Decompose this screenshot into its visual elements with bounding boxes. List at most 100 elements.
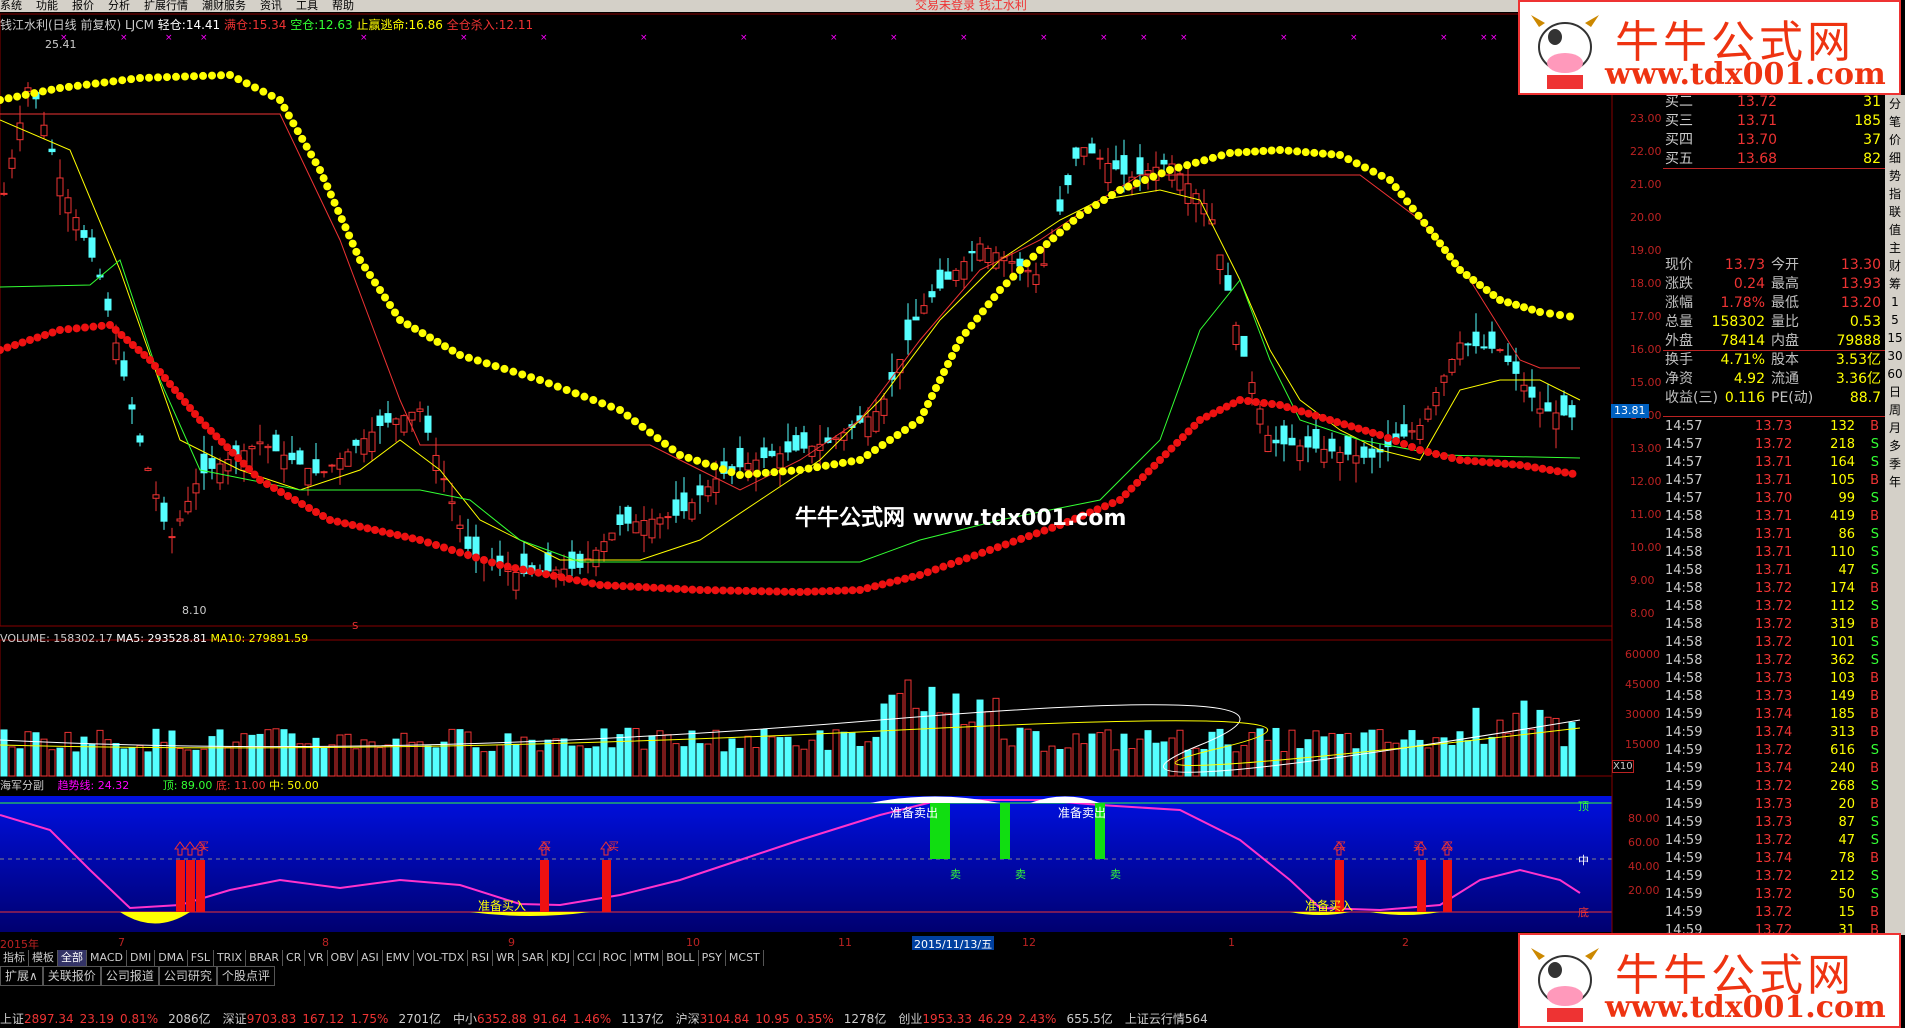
indicator-tab[interactable]: MACD: [87, 950, 127, 966]
period-button[interactable]: 筹: [1885, 275, 1905, 293]
marker-x: ×: [1040, 33, 1048, 43]
index-amount: 2701亿: [398, 1012, 441, 1026]
indicator-tab[interactable]: OBV: [328, 950, 358, 966]
yellow-dot: [710, 462, 719, 471]
tick-price: 13.72: [1755, 905, 1793, 920]
indicator-tab[interactable]: ASI: [358, 950, 383, 966]
yellow-dot: [1397, 190, 1406, 199]
yellow-dot: [1446, 252, 1454, 261]
indicator-tab[interactable]: BOLL: [663, 950, 699, 966]
info-tab[interactable]: 公司研究: [158, 966, 217, 986]
indicator-tab[interactable]: DMI: [127, 950, 156, 966]
volume-bar: [600, 728, 608, 777]
indicator-tab[interactable]: 全部: [58, 950, 87, 966]
sell-signal-text: 卖: [1015, 868, 1026, 881]
info-tab[interactable]: 扩展∧: [0, 966, 43, 986]
period-button[interactable]: 势: [1885, 167, 1905, 185]
period-button[interactable]: 值: [1885, 221, 1905, 239]
menu-item[interactable]: 分析: [108, 0, 130, 12]
period-button[interactable]: 细: [1885, 149, 1905, 167]
period-button[interactable]: 笔: [1885, 113, 1905, 131]
marker-x: ×: [1280, 33, 1288, 43]
indicator-tab[interactable]: MCST: [726, 950, 764, 966]
yellow-dot: [1414, 211, 1423, 220]
info-tab[interactable]: 关联报价: [42, 966, 101, 986]
period-button[interactable]: 季: [1885, 455, 1905, 473]
period-button[interactable]: 周: [1885, 401, 1905, 419]
yellow-dot: [856, 456, 864, 464]
period-button[interactable]: 60: [1885, 365, 1905, 383]
sell-signal-text: 卖: [1110, 868, 1121, 881]
yellow-dot: [668, 445, 677, 454]
period-button[interactable]: 财: [1885, 257, 1905, 275]
indicator-tab[interactable]: CCI: [574, 950, 600, 966]
tick-time: 14:58: [1665, 527, 1703, 542]
yellow-dot: [473, 356, 482, 365]
indicator-tab[interactable]: CR: [283, 950, 306, 966]
yellow-dot: [491, 362, 500, 371]
period-button[interactable]: 5: [1885, 311, 1905, 329]
period-button[interactable]: 价: [1885, 131, 1905, 149]
indicator-tab[interactable]: 指标: [0, 950, 29, 966]
period-button[interactable]: 月: [1885, 419, 1905, 437]
info-tab[interactable]: 公司报道: [100, 966, 159, 986]
indicator-tab[interactable]: WR: [493, 950, 519, 966]
candle-body: [784, 441, 792, 453]
indicator-tab[interactable]: DMA: [155, 950, 188, 966]
menu-item[interactable]: 帮助: [332, 0, 354, 12]
period-button[interactable]: 日: [1885, 383, 1905, 401]
volume-bar: [496, 744, 504, 777]
red-dot: [464, 551, 472, 559]
indicator-tab[interactable]: PSY: [699, 950, 726, 966]
indicator-tab[interactable]: SAR: [519, 950, 549, 966]
indicator-tab[interactable]: KDJ: [548, 950, 574, 966]
menu-item[interactable]: 系统: [0, 0, 22, 12]
quote-row: 涨幅 1.78% 最低 13.20: [1663, 294, 1885, 312]
menu-item[interactable]: 扩展行情: [144, 0, 188, 12]
period-button[interactable]: 联: [1885, 203, 1905, 221]
yellow-dot: [448, 346, 457, 355]
indicator-tab[interactable]: TRIX: [214, 950, 247, 966]
indicator-tab[interactable]: VOL-TDX: [414, 950, 469, 966]
indicator-tab[interactable]: FSL: [188, 950, 214, 966]
yellow-dot: [838, 458, 847, 467]
indicator-tab[interactable]: EMV: [383, 950, 414, 966]
menu-item[interactable]: 功能: [36, 0, 58, 12]
volume-bar: [240, 733, 248, 777]
period-button[interactable]: 指: [1885, 185, 1905, 203]
red-dot: [1318, 413, 1327, 422]
period-button[interactable]: 分: [1885, 95, 1905, 113]
yellow-dot: [100, 78, 109, 87]
period-button[interactable]: 主: [1885, 239, 1905, 257]
candle-body: [120, 360, 128, 377]
quote-label: 流通: [1771, 371, 1799, 387]
red-dot: [1376, 431, 1384, 439]
yellow-dot: [1520, 303, 1528, 312]
info-tab[interactable]: 个股点评: [216, 966, 275, 986]
period-button[interactable]: 多: [1885, 437, 1905, 455]
volume-bar: [312, 737, 320, 777]
indicator-tab[interactable]: 模板: [29, 950, 58, 966]
indicator-tab[interactable]: ROC: [600, 950, 631, 966]
indicator-tab[interactable]: MTM: [631, 950, 664, 966]
candle-body: [384, 413, 392, 423]
volume-bar: [552, 738, 560, 777]
date-tick: 1: [1228, 936, 1235, 949]
red-dot: [1523, 462, 1532, 471]
buy-signal-text: 买: [608, 840, 619, 853]
volume-bar: [872, 736, 880, 777]
period-button[interactable]: 1: [1885, 293, 1905, 311]
period-button[interactable]: 年: [1885, 473, 1905, 491]
period-button[interactable]: 30: [1885, 347, 1905, 365]
indicator-tab[interactable]: RSI: [468, 950, 494, 966]
yellow-dot: [118, 76, 127, 85]
menu-item[interactable]: 工具: [296, 0, 318, 12]
tick-volume: 15: [1838, 905, 1855, 920]
menu-item[interactable]: 报价: [72, 0, 94, 12]
indicator-tab[interactable]: VR: [305, 950, 328, 966]
period-button[interactable]: 15: [1885, 329, 1905, 347]
menu-item[interactable]: 资讯: [260, 0, 282, 12]
yellow-dot: [1251, 147, 1259, 156]
menu-item[interactable]: 潮财服务: [202, 0, 246, 12]
indicator-tab[interactable]: BRAR: [246, 950, 284, 966]
